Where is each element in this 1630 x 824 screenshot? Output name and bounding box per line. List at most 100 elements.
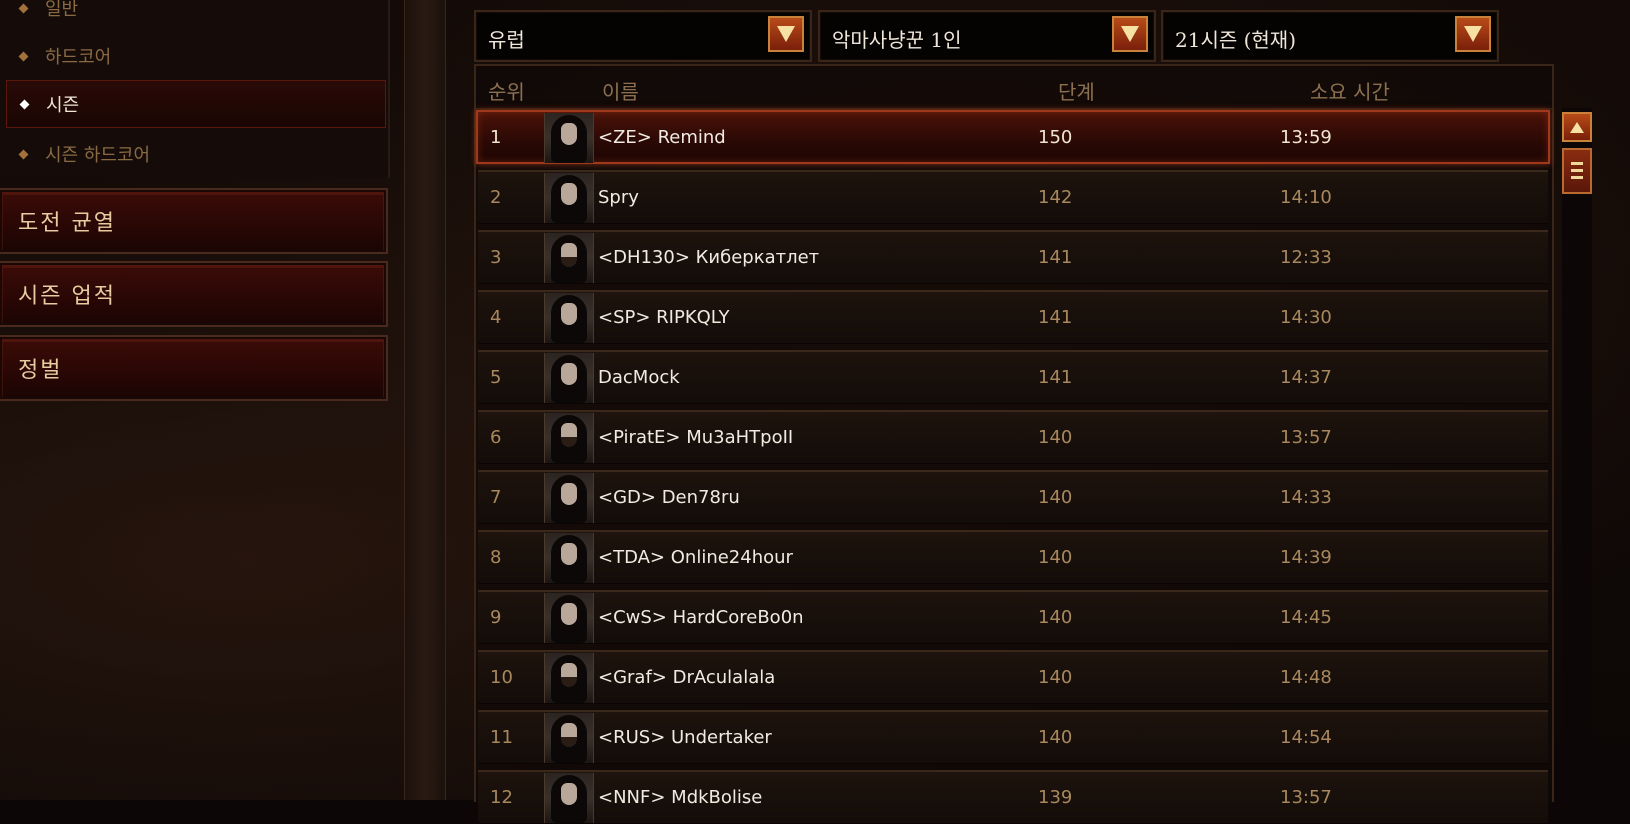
sidebar: 일반 하드코어 시즌 시즌 하드코어 도전 균열 시즌 업적 정벌 <box>0 0 390 800</box>
rank-cell: 10 <box>490 667 513 688</box>
rank-cell: 6 <box>490 427 502 448</box>
level-cell: 142 <box>1038 187 1073 208</box>
time-cell: 12:33 <box>1280 247 1332 268</box>
subnav-item-season[interactable]: 시즌 <box>6 80 386 128</box>
player-name-cell[interactable]: <DH130> Киберкатлет <box>598 247 819 268</box>
time-cell: 14:37 <box>1280 367 1332 388</box>
hero-portrait-icon <box>544 713 594 763</box>
level-cell: 140 <box>1038 547 1073 568</box>
diamond-icon <box>18 51 29 61</box>
player-name-cell[interactable]: <GD> Den78ru <box>598 487 740 508</box>
player-name-cell[interactable]: <PiratE> Mu3aHTpoII <box>598 427 793 448</box>
table-row[interactable]: 12 <NNF> MdkBolise 139 13:57 <box>478 770 1548 824</box>
conquest-button[interactable]: 정벌 <box>0 335 388 401</box>
table-row[interactable]: 10 <Graf> DrAculalala 140 14:48 <box>478 650 1548 704</box>
player-name-cell[interactable]: <CwS> HardCoreBo0n <box>598 607 804 628</box>
subnav-item-label: 하드코어 <box>45 47 112 68</box>
season-achievements-button[interactable]: 시즌 업적 <box>0 261 388 327</box>
diamond-icon <box>18 3 29 13</box>
player-name-cell[interactable]: <SP> RIPKQLY <box>598 307 729 328</box>
sidebar-scrollbar[interactable] <box>404 0 446 800</box>
rank-cell: 12 <box>490 787 513 808</box>
hero-portrait-icon <box>544 473 594 523</box>
level-cell: 140 <box>1038 607 1073 628</box>
hero-portrait-icon <box>544 353 594 403</box>
table-row[interactable]: 4 <SP> RIPKQLY 141 14:30 <box>478 290 1548 344</box>
player-name-cell[interactable]: <ZE> Remind <box>598 127 726 148</box>
time-cell: 14:45 <box>1280 607 1332 628</box>
player-name-cell[interactable]: Spry <box>598 187 639 208</box>
region-dropdown[interactable]: 유럽 <box>474 10 812 62</box>
chevron-down-icon[interactable] <box>768 16 804 52</box>
table-row[interactable]: 6 <PiratE> Mu3aHTpoII 140 13:57 <box>478 410 1548 464</box>
rank-cell: 9 <box>490 607 502 628</box>
arrow-up-icon[interactable] <box>1562 112 1592 142</box>
rank-cell: 11 <box>490 727 513 748</box>
header-level: 단계 <box>1058 80 1095 104</box>
rank-cell: 2 <box>490 187 502 208</box>
table-scrollbar[interactable] <box>1562 108 1592 800</box>
level-cell: 141 <box>1038 307 1073 328</box>
table-header: 순위 이름 단계 소요 시간 <box>476 66 1552 110</box>
player-name-cell[interactable]: <Graf> DrAculalala <box>598 667 775 688</box>
hero-portrait-icon <box>544 233 594 283</box>
player-name-cell[interactable]: <NNF> MdkBolise <box>598 787 762 808</box>
level-cell: 150 <box>1038 127 1073 148</box>
level-cell: 140 <box>1038 427 1073 448</box>
hero-portrait-icon <box>544 773 594 823</box>
chevron-down-icon[interactable] <box>1455 16 1491 52</box>
time-cell: 13:57 <box>1280 427 1332 448</box>
player-name-cell[interactable]: DacMock <box>598 367 680 388</box>
level-cell: 140 <box>1038 667 1073 688</box>
leaderboard-subnav: 일반 하드코어 시즌 시즌 하드코어 <box>0 0 390 178</box>
diamond-icon <box>18 149 29 159</box>
challenge-rift-button[interactable]: 도전 균열 <box>0 188 388 254</box>
level-cell: 141 <box>1038 367 1073 388</box>
diamond-icon <box>19 99 30 109</box>
hero-portrait-icon <box>544 593 594 643</box>
table-row[interactable]: 11 <RUS> Undertaker 140 14:54 <box>478 710 1548 764</box>
table-row[interactable]: 1 <ZE> Remind 150 13:59 <box>476 110 1550 164</box>
scroll-thumb-icon[interactable] <box>1562 148 1592 194</box>
subnav-item-label: 시즌 하드코어 <box>45 145 151 166</box>
subnav-item-label: 시즌 <box>46 95 80 116</box>
rank-cell: 1 <box>490 127 502 148</box>
hero-portrait-icon <box>544 113 594 163</box>
hero-portrait-icon <box>544 173 594 223</box>
season-dropdown[interactable]: 21시즌 (현재) <box>1161 10 1499 62</box>
hero-portrait-icon <box>544 653 594 703</box>
time-cell: 14:54 <box>1280 727 1332 748</box>
rank-cell: 8 <box>490 547 502 568</box>
level-cell: 140 <box>1038 487 1073 508</box>
rank-cell: 7 <box>490 487 502 508</box>
class-dropdown[interactable]: 악마사냥꾼 1인 <box>818 10 1156 62</box>
subnav-item-normal[interactable]: 일반 <box>0 0 386 32</box>
level-cell: 140 <box>1038 727 1073 748</box>
leaderboard-table: 순위 이름 단계 소요 시간 1 <ZE> Remind 150 13:59 2 Spry… <box>474 64 1554 824</box>
time-cell: 14:39 <box>1280 547 1332 568</box>
table-row[interactable]: 3 <DH130> Киберкатлет 141 12:33 <box>478 230 1548 284</box>
table-row[interactable]: 9 <CwS> HardCoreBo0n 140 14:45 <box>478 590 1548 644</box>
chevron-down-icon[interactable] <box>1112 16 1148 52</box>
table-row[interactable]: 8 <TDA> Online24hour 140 14:39 <box>478 530 1548 584</box>
rank-cell: 4 <box>490 307 502 328</box>
time-cell: 14:30 <box>1280 307 1332 328</box>
table-row[interactable]: 2 Spry 142 14:10 <box>478 170 1548 224</box>
table-row[interactable]: 5 DacMock 141 14:37 <box>478 350 1548 404</box>
player-name-cell[interactable]: <RUS> Undertaker <box>598 727 772 748</box>
table-row[interactable]: 7 <GD> Den78ru 140 14:33 <box>478 470 1548 524</box>
subnav-item-season-hardcore[interactable]: 시즌 하드코어 <box>0 130 386 178</box>
time-cell: 14:33 <box>1280 487 1332 508</box>
player-name-cell[interactable]: <TDA> Online24hour <box>598 547 793 568</box>
level-cell: 139 <box>1038 787 1073 808</box>
challenge-rift-label: 도전 균열 <box>18 211 116 236</box>
subnav-item-hardcore[interactable]: 하드코어 <box>0 32 386 80</box>
header-time: 소요 시간 <box>1310 80 1390 104</box>
season-value: 21시즌 (현재) <box>1175 28 1297 52</box>
rank-cell: 5 <box>490 367 502 388</box>
time-cell: 13:57 <box>1280 787 1332 808</box>
season-achievements-label: 시즌 업적 <box>18 284 116 309</box>
region-value: 유럽 <box>488 28 525 52</box>
time-cell: 14:10 <box>1280 187 1332 208</box>
level-cell: 141 <box>1038 247 1073 268</box>
